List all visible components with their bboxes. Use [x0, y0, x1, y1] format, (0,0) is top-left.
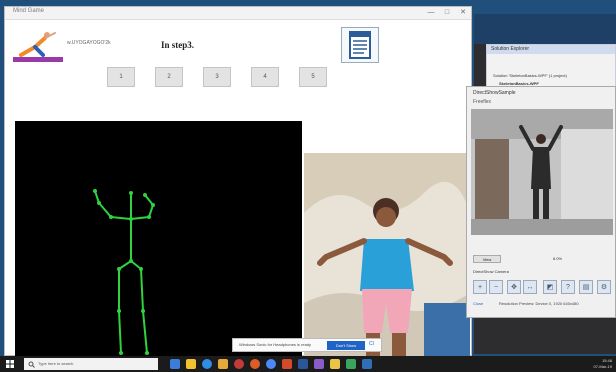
skeleton-view [15, 121, 302, 359]
taskbar-search-input[interactable]: Type here to search [24, 358, 158, 370]
visual-studio-icon[interactable] [314, 359, 324, 369]
app-title: Mind Game [13, 8, 45, 14]
camera-dialog: DirectShowSample Freeflex View 8.0% Dire… [466, 86, 616, 318]
app-window: Mind Game — □ ✕ w.UYOGAYOGO'2k In step3.… [4, 6, 472, 359]
powerpoint-icon[interactable] [282, 359, 292, 369]
save-icon[interactable]: ▤ [579, 280, 593, 294]
windows-start-icon[interactable] [6, 360, 14, 368]
maximize-button[interactable]: □ [441, 8, 453, 18]
file-explorer-icon[interactable] [186, 359, 196, 369]
step-1-button[interactable]: 1 [107, 67, 135, 87]
edge-icon[interactable] [202, 359, 212, 369]
document-icon[interactable] [341, 27, 379, 63]
chrome-icon[interactable] [266, 359, 276, 369]
minimize-button[interactable]: — [425, 8, 437, 18]
folder-icon[interactable] [218, 359, 228, 369]
taskbar: Type here to search 15:48 07-Mar-19 [0, 356, 616, 372]
task-view-icon[interactable] [170, 359, 180, 369]
settings-icon[interactable]: ⚙ [597, 280, 611, 294]
word-icon[interactable] [298, 359, 308, 369]
step-5-button[interactable]: 5 [299, 67, 327, 87]
app-titlebar: Mind Game — □ ✕ [5, 7, 471, 20]
snapshot-icon[interactable]: ◩ [543, 280, 557, 294]
solution-item[interactable]: Solution 'SkeletonBasics-WPF' (1 project… [493, 73, 567, 78]
app-icon-yellow[interactable] [330, 359, 340, 369]
toast-message: Windows Sonic for Headphones is ready [239, 342, 312, 347]
pan-icon[interactable]: ✥ [507, 280, 521, 294]
step-indicator: In step3. [161, 40, 195, 50]
step-2-button[interactable]: 2 [155, 67, 183, 87]
search-placeholder: Type here to search [38, 361, 74, 366]
help-icon[interactable]: ? [561, 280, 575, 294]
app-icon-blue[interactable] [362, 359, 372, 369]
zoom-out-icon[interactable]: − [489, 280, 503, 294]
firefox-icon[interactable] [250, 359, 260, 369]
dialog-subtitle: Freeflex [473, 99, 492, 105]
notification-toast: Windows Sonic for Headphones is ready Do… [232, 338, 382, 352]
app-icon-green[interactable] [346, 359, 356, 369]
ide-toolbar [474, 14, 616, 44]
dialog-title: DirectShowSample [473, 90, 516, 96]
controls-label: DirectShow Camera [473, 269, 509, 274]
close-button[interactable]: ✕ [457, 8, 469, 18]
arrow-icon[interactable]: ↔ [523, 280, 537, 294]
solution-explorer-header: Solution Explorer [487, 45, 615, 54]
pose-label: w.UYOGAYOGO'2k [67, 40, 111, 46]
view-button[interactable]: View [473, 255, 501, 263]
skeleton-figure [93, 189, 155, 355]
toast-close-button[interactable]: Cl [369, 341, 374, 347]
step-4-button[interactable]: 4 [251, 67, 279, 87]
close-link[interactable]: Close [473, 301, 483, 306]
camera-feed [304, 153, 470, 357]
yoga-pose-thumbnail [13, 32, 63, 62]
clock-date: 07-Mar-19 [593, 364, 612, 369]
search-icon [28, 361, 35, 368]
camera-preview [471, 109, 613, 235]
media-icon[interactable] [234, 359, 244, 369]
step-3-button[interactable]: 3 [203, 67, 231, 87]
dialog-status: Resolution Preview: Device 0, 1920 640x4… [499, 301, 579, 306]
taskbar-clock[interactable]: 15:48 07-Mar-19 [576, 358, 612, 370]
toast-action-button[interactable]: Don't Show [327, 341, 365, 350]
zoom-in-icon[interactable]: + [473, 280, 487, 294]
zoom-readout: 8.0% [553, 256, 563, 261]
